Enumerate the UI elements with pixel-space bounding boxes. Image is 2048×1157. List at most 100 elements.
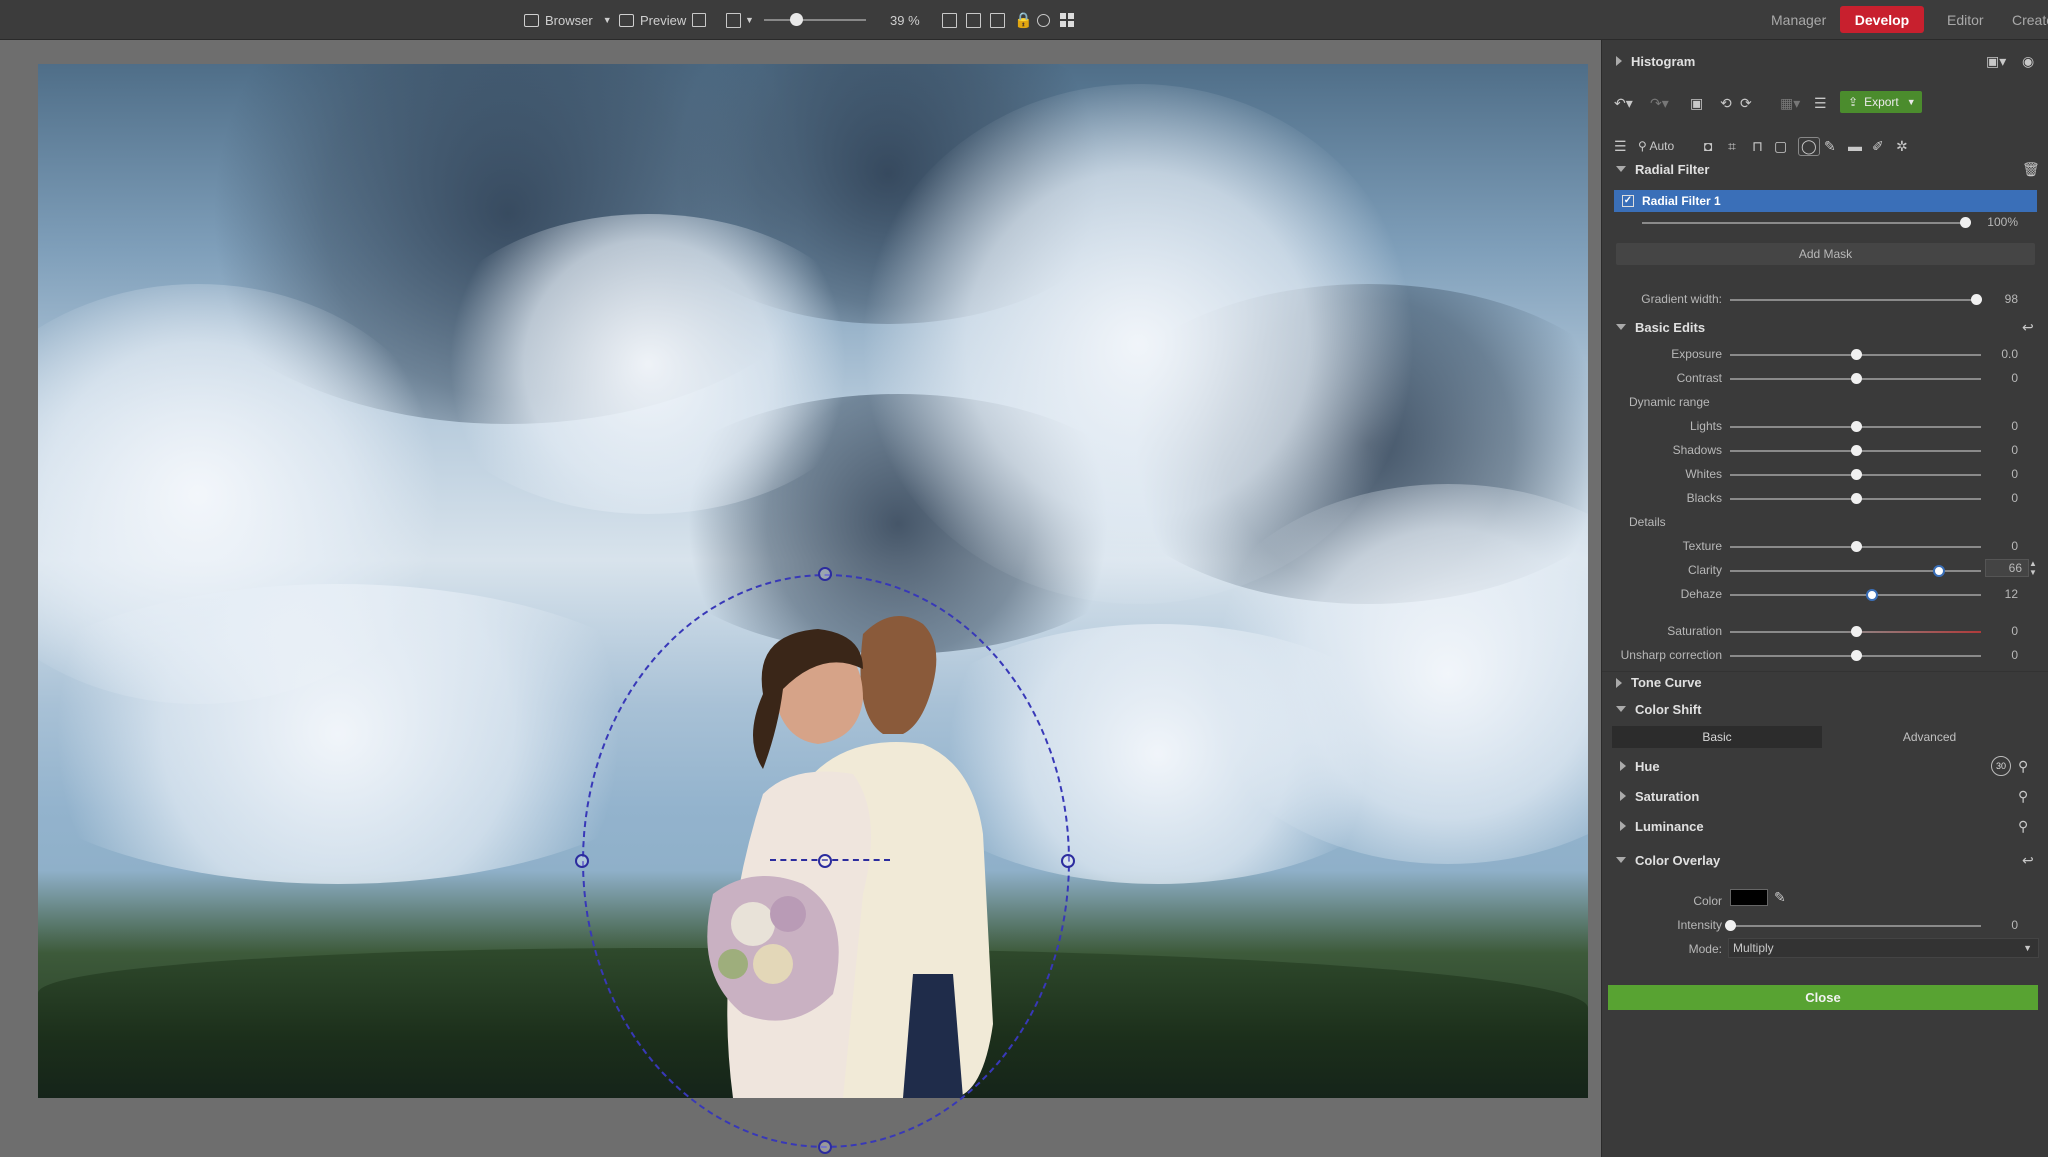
mode-editor[interactable]: Editor	[1937, 6, 1994, 33]
copy-settings-icon[interactable]: ▦▾	[1780, 95, 1800, 112]
zoom-slider[interactable]	[764, 13, 866, 26]
preview-label: Preview	[640, 12, 687, 28]
clarity-label: Clarity	[1687, 563, 1722, 577]
radial-handle-left[interactable]	[575, 854, 589, 868]
blend-mode-value: Multiply	[1733, 941, 1774, 955]
fit-icon[interactable]	[942, 0, 957, 40]
browser-button[interactable]: Browser ▼	[524, 0, 612, 40]
chevron-down-icon: ▼	[2023, 943, 2032, 953]
rotate-left-icon[interactable]: ⟲	[1720, 95, 1732, 112]
clarity-value-input[interactable]: 66	[1985, 559, 2029, 577]
eyedropper-icon[interactable]: ⚲	[2018, 758, 2028, 775]
image-icon	[619, 13, 634, 27]
radial-handle-bottom[interactable]	[818, 1140, 832, 1154]
eyedropper-icon[interactable]: ✎	[1774, 889, 1786, 906]
grid-view-icon[interactable]	[1060, 0, 1074, 40]
tone-curve-header[interactable]: Tone Curve	[1602, 671, 2048, 693]
reset-icon[interactable]: ↩	[2022, 852, 2034, 869]
camera-icon[interactable]: ▣▾	[1986, 53, 2006, 70]
eyedropper-icon[interactable]: ⚲	[2018, 788, 2028, 805]
saturation-slider[interactable]	[1730, 626, 1981, 637]
radial-handle-center[interactable]	[818, 854, 832, 868]
intensity-slider[interactable]	[1725, 920, 1981, 931]
unsharp-value: 0	[2011, 648, 2018, 662]
cs-saturation-row[interactable]: Saturation ⚲	[1602, 785, 2048, 807]
redo-icon[interactable]: ↷▾	[1650, 95, 1669, 112]
texture-value: 0	[2011, 539, 2018, 553]
radial-filter-icon[interactable]: ◯	[1798, 136, 1820, 156]
fill-icon[interactable]	[966, 0, 981, 40]
undo-icon[interactable]: ↶▾	[1614, 95, 1633, 112]
expanded-arrow-icon	[1616, 324, 1626, 330]
radial-filter-item[interactable]: ✓ Radial Filter 1	[1614, 190, 2037, 212]
contrast-slider[interactable]	[1730, 373, 1981, 384]
text-icon[interactable]: ▢	[1774, 138, 1787, 155]
loupe-icon[interactable]	[1037, 0, 1050, 40]
color-shift-header[interactable]: Color Shift	[1602, 698, 2048, 720]
camera-icon[interactable]: ◘	[1704, 138, 1712, 154]
color-overlay-title: Color Overlay	[1635, 852, 1721, 868]
rotate-right-icon[interactable]: ⟳	[1740, 95, 1752, 112]
blacks-slider[interactable]	[1730, 493, 1981, 504]
whites-slider[interactable]	[1730, 469, 1981, 480]
radial-filter-header[interactable]: Radial Filter 🗑	[1602, 158, 2048, 180]
reset-icon[interactable]: ↩	[2022, 319, 2034, 336]
lights-slider[interactable]	[1730, 421, 1981, 432]
target-icon[interactable]: ◉	[2022, 53, 2034, 70]
auto-button[interactable]: ⚲ Auto	[1638, 139, 1674, 153]
brush-icon[interactable]: ✎	[1824, 138, 1836, 155]
perspective-icon[interactable]: ⊓	[1752, 138, 1763, 155]
eyedropper-icon[interactable]: ⚲	[2018, 818, 2028, 835]
basic-edits-header[interactable]: Basic Edits ↩	[1602, 316, 2048, 338]
cs-luminance-row[interactable]: Luminance ⚲	[1602, 815, 2048, 837]
presets-icon[interactable]: ☰	[1814, 95, 1827, 112]
compare-icon[interactable]: ▼	[726, 0, 754, 40]
stepper-arrows-icon[interactable]: ▲ ▼	[2029, 559, 2037, 577]
overlay-color-swatch[interactable]	[1730, 889, 1768, 906]
close-button[interactable]: Close	[1608, 985, 2038, 1010]
tab-basic[interactable]: Basic	[1612, 726, 1822, 748]
tab-advanced[interactable]: Advanced	[1822, 726, 2037, 748]
intensity-value: 0	[2011, 918, 2018, 932]
trash-icon[interactable]: 🗑	[2022, 161, 2040, 178]
blend-mode-select[interactable]: Multiply ▼	[1728, 938, 2039, 958]
image-canvas[interactable]	[0, 41, 1600, 1157]
settings-gear-icon[interactable]: ✲	[1896, 138, 1908, 155]
crop-icon[interactable]: ⌗	[1728, 138, 1736, 155]
dehaze-slider[interactable]	[1730, 589, 1981, 601]
open-external-icon[interactable]	[692, 0, 706, 40]
color-overlay-header[interactable]: Color Overlay ↩	[1602, 849, 2048, 871]
unsharp-slider[interactable]	[1730, 650, 1981, 661]
saturation-value: 0	[2011, 624, 2018, 638]
mode-create[interactable]: Create	[2002, 6, 2048, 33]
shadows-slider[interactable]	[1730, 445, 1981, 456]
mode-manager[interactable]: Manager	[1761, 6, 1836, 33]
preview-button[interactable]: Preview	[619, 0, 686, 40]
texture-slider[interactable]	[1730, 541, 1981, 552]
healing-icon[interactable]: ✐	[1872, 138, 1884, 155]
lock-icon[interactable]: 🔒	[1014, 0, 1033, 40]
gradient-width-slider[interactable]	[1730, 294, 1982, 305]
actual-size-icon[interactable]	[990, 0, 1005, 40]
filter-opacity-slider[interactable]	[1642, 217, 1971, 228]
sliders-icon[interactable]: ☰	[1614, 138, 1627, 155]
chevron-down-icon: ▼	[1906, 97, 1916, 107]
tone-curve-title: Tone Curve	[1631, 675, 1702, 690]
radial-filter-item-label: Radial Filter 1	[1642, 194, 1721, 208]
compare-before-icon[interactable]: ▣	[1690, 95, 1703, 112]
radial-handle-right[interactable]	[1061, 854, 1075, 868]
hue-mode-badge[interactable]: 30	[1991, 756, 2011, 776]
histogram-header[interactable]: Histogram ▣▾ ◉	[1602, 50, 2048, 72]
exposure-slider[interactable]	[1730, 349, 1981, 360]
filter-opacity-value: 100%	[1987, 215, 2018, 229]
export-button[interactable]: ⇪ Export ▼	[1840, 91, 1922, 113]
gradient-icon[interactable]: ▬	[1848, 138, 1862, 154]
radial-handle-top[interactable]	[818, 567, 832, 581]
clarity-slider[interactable]	[1730, 565, 1981, 577]
mode-develop[interactable]: Develop	[1840, 6, 1924, 33]
chevron-down-icon[interactable]: ▼	[603, 15, 612, 25]
checkbox-checked-icon[interactable]: ✓	[1622, 195, 1634, 207]
add-mask-button[interactable]: Add Mask	[1616, 243, 2035, 265]
zoom-slider-knob[interactable]	[789, 13, 803, 26]
hue-row[interactable]: Hue 30 ⚲	[1602, 755, 2048, 777]
